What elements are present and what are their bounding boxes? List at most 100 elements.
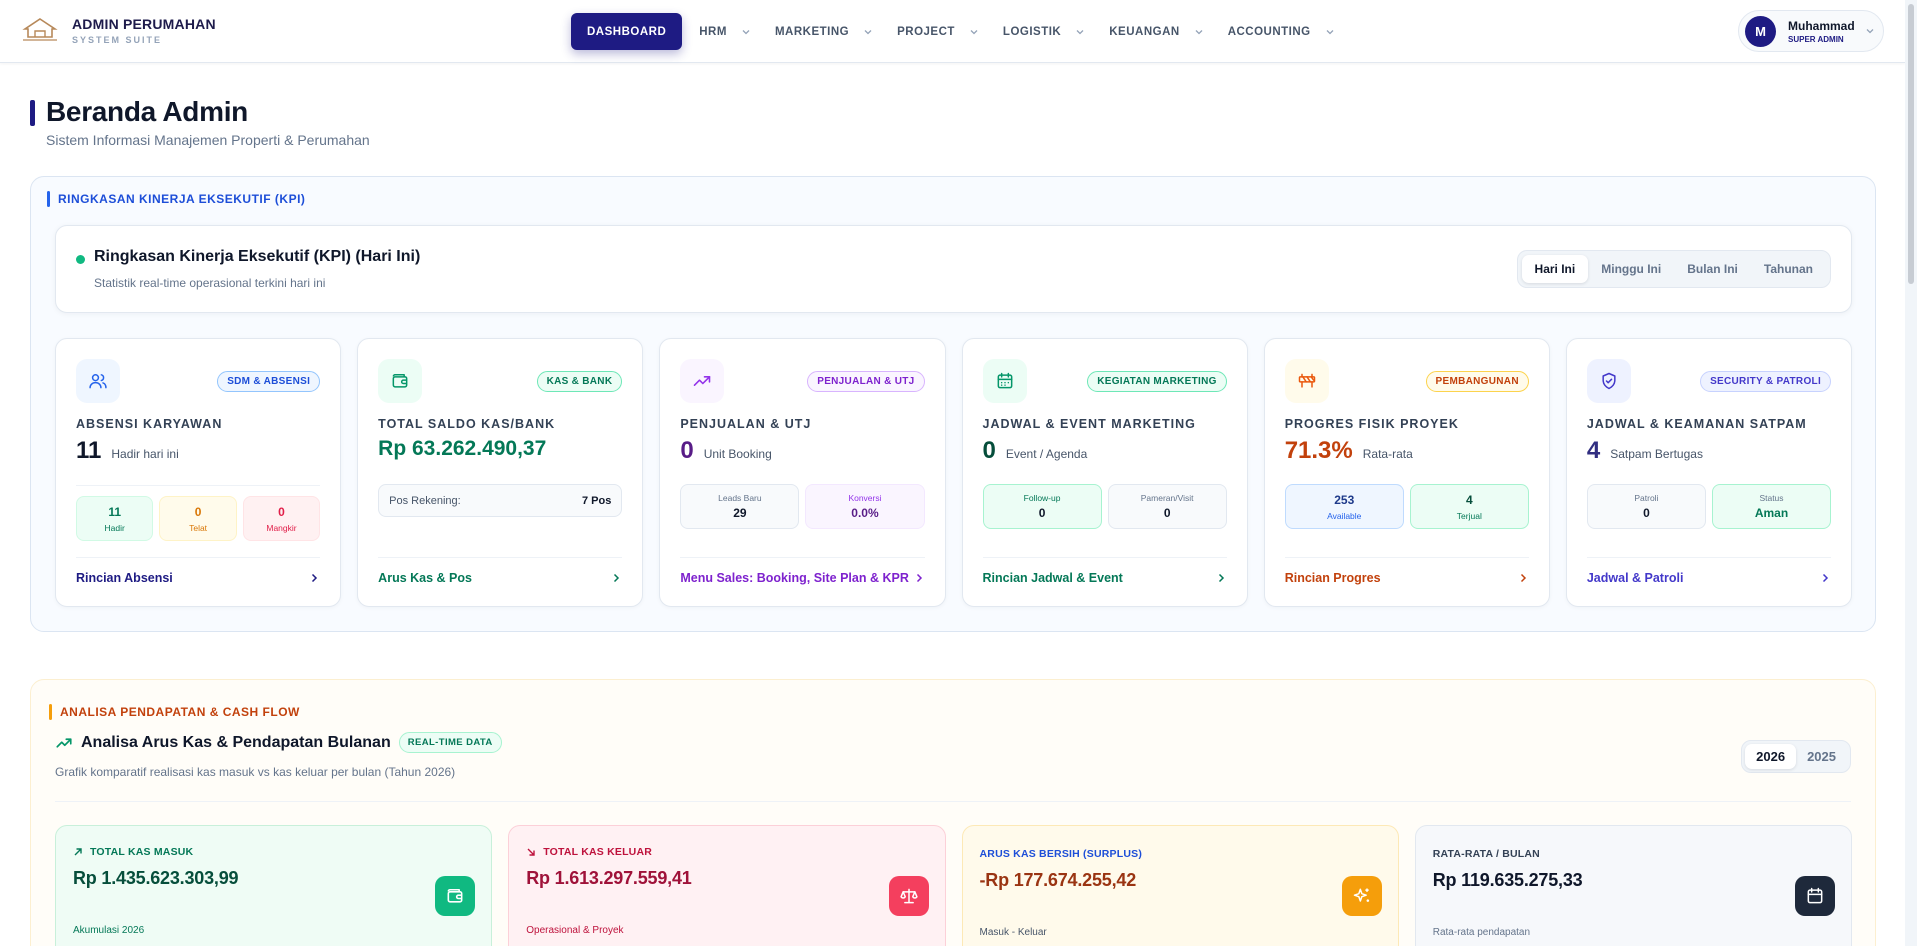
period-year-button[interactable]: Tahunan xyxy=(1751,255,1826,283)
trending-up-icon xyxy=(56,737,72,748)
period-selector: Hari Ini Minggu Ini Bulan Ini Tahunan xyxy=(1516,250,1831,288)
year-2025-button[interactable]: 2025 xyxy=(1796,744,1847,769)
kpi-card-penjualan: PENJUALAN & UTJ PENJUALAN & UTJ 0 Unit B… xyxy=(659,338,946,607)
kas-keluar-label: TOTAL KAS KELUAR xyxy=(543,846,653,858)
kpi-card-absensi: SDM & ABSENSI ABSENSI KARYAWAN 11 Hadir … xyxy=(55,338,342,607)
title-accent-bar xyxy=(30,100,35,126)
kpi-section: RINGKASAN KINERJA EKSEKUTIF (KPI) Ringka… xyxy=(30,176,1876,632)
rata-rata-label-row: RATA-RATA / BULAN xyxy=(1433,848,1540,860)
stat-patroli-value: 0 xyxy=(1643,506,1650,520)
company-logo-icon xyxy=(20,14,60,46)
badge-kegiatan-marketing: KEGIATAN MARKETING xyxy=(1087,371,1227,392)
badge-kas-bank: KAS & BANK xyxy=(536,371,623,392)
jadwal-patroli-link[interactable]: Jadwal & Patroli xyxy=(1587,571,1831,585)
user-name: Muhammad xyxy=(1788,18,1855,33)
kpi-card-progres: PEMBANGUNAN PROGRES FISIK PROYEK 71.3% R… xyxy=(1263,338,1550,607)
nav-dashboard[interactable]: DASHBOARD xyxy=(571,13,683,50)
divider xyxy=(378,557,623,558)
divider xyxy=(55,801,1851,802)
card-kas-keluar: TOTAL KAS KELUAR Rp 1.613.297.559,41 Ope… xyxy=(508,825,946,946)
chevron-right-icon xyxy=(1520,573,1526,583)
chevron-down-icon xyxy=(970,29,978,34)
user-menu[interactable]: M Muhammad SUPER ADMIN xyxy=(1738,10,1884,52)
stat-status: Status Aman xyxy=(1711,484,1832,529)
chevron-right-icon xyxy=(312,573,318,583)
link-label: Rincian Jadwal & Event xyxy=(982,571,1123,585)
menu-sales-link[interactable]: Menu Sales: Booking, Site Plan & KPR xyxy=(680,571,924,585)
arrow-up-right-icon xyxy=(74,848,82,856)
divider xyxy=(76,557,321,558)
event-unit: Event / Agenda xyxy=(1005,447,1088,461)
stat-konversi: Konversi 0.0% xyxy=(805,484,925,529)
stat-followup: Follow-up 0 xyxy=(982,484,1102,529)
live-status-dot xyxy=(76,255,85,264)
kas-keluar-note: Operasional & Proyek xyxy=(526,925,624,936)
nav-accounting[interactable]: ACCOUNTING xyxy=(1226,13,1337,50)
kas-keluar-label-row: TOTAL KAS KELUAR xyxy=(526,846,652,858)
kpi-header-subtitle: Statistik real-time operasional terkini … xyxy=(94,276,326,290)
progress-percent: 71.3% xyxy=(1284,437,1353,464)
stat-mangkir: 0 Mangkir xyxy=(242,496,321,541)
scrollbar-thumb[interactable] xyxy=(1908,4,1914,284)
nav-keuangan[interactable]: KEUANGAN xyxy=(1107,13,1205,50)
rincian-jadwal-link[interactable]: Rincian Jadwal & Event xyxy=(983,571,1227,585)
badge-penjualan: PENJUALAN & UTJ xyxy=(807,371,925,392)
nav-marketing[interactable]: MARKETING xyxy=(773,13,875,50)
booking-count: 0 xyxy=(680,437,694,464)
period-today-button[interactable]: Hari Ini xyxy=(1521,255,1589,283)
cashflow-section-label: ANALISA PENDAPATAN & CASH FLOW xyxy=(49,704,300,720)
divider xyxy=(1586,557,1832,558)
brand[interactable]: ADMIN PERUMAHAN SYSTEM SUITE xyxy=(20,14,216,46)
arus-kas-link[interactable]: Arus Kas & Pos xyxy=(378,571,622,585)
calendar-icon xyxy=(982,359,1027,403)
chevron-down-icon xyxy=(1195,29,1203,34)
chevron-right-icon xyxy=(916,573,922,583)
arus-bersih-label: ARUS KAS BERSIH (SURPLUS) xyxy=(979,848,1143,860)
chevron-right-icon xyxy=(1823,573,1829,583)
satpam-count: 4 xyxy=(1586,437,1601,464)
year-2026-button[interactable]: 2026 xyxy=(1745,744,1797,769)
period-week-button[interactable]: Minggu Ini xyxy=(1588,255,1674,283)
arus-bersih-value: -Rp 177.674.255,42 xyxy=(979,870,1137,890)
card-title: JADWAL & KEAMANAN SATPAM xyxy=(1586,417,1807,431)
top-navbar: ADMIN PERUMAHAN SYSTEM SUITE DASHBOARD H… xyxy=(0,0,1905,63)
divider xyxy=(680,557,925,558)
progress-unit: Rata-rata xyxy=(1362,447,1413,461)
stat-terjual-label: Terjual xyxy=(1456,510,1482,521)
cashflow-title: Analisa Arus Kas & Pendapatan Bulanan xyxy=(81,733,391,751)
users-icon xyxy=(76,359,120,403)
calendar-icon xyxy=(1795,876,1835,916)
event-count: 0 xyxy=(982,437,996,464)
stat-mangkir-label: Mangkir xyxy=(266,522,297,533)
period-month-button[interactable]: Bulan Ini xyxy=(1674,255,1751,283)
stat-hadir-value: 11 xyxy=(108,504,122,519)
trending-up-icon xyxy=(680,359,725,403)
brand-subtitle: SYSTEM SUITE xyxy=(72,34,163,45)
stat-konversi-label: Konversi xyxy=(848,493,882,503)
stat-hadir-label: Hadir xyxy=(104,522,125,533)
cashflow-cards: TOTAL KAS MASUK Rp 1.435.623.303,99 Akum… xyxy=(55,825,1852,946)
arus-bersih-label-row: ARUS KAS BERSIH (SURPLUS) xyxy=(980,848,1143,860)
rincian-absensi-link[interactable]: Rincian Absensi xyxy=(76,571,320,585)
kas-keluar-value: Rp 1.613.297.559,41 xyxy=(526,868,692,888)
page-scrollbar[interactable] xyxy=(1905,0,1917,946)
saldo-value: Rp 63.262.490,37 xyxy=(378,437,547,460)
card-title: PENJUALAN & UTJ xyxy=(680,417,812,431)
wallet-icon xyxy=(378,359,423,403)
page-header: Beranda Admin Sistem Informasi Manajemen… xyxy=(30,96,370,148)
nav-project[interactable]: PROJECT xyxy=(895,13,981,50)
link-label: Jadwal & Patroli xyxy=(1586,571,1684,585)
stat-konversi-value: 0.0% xyxy=(851,506,879,520)
rincian-progres-link[interactable]: Rincian Progres xyxy=(1285,571,1529,585)
user-role: SUPER ADMIN xyxy=(1788,34,1844,44)
nav-hrm[interactable]: HRM xyxy=(697,13,753,50)
stat-telat: 0 Telat xyxy=(159,496,237,541)
chevron-right-icon xyxy=(614,573,620,583)
stat-telat-value: 0 xyxy=(194,504,202,519)
nav-logistik[interactable]: LOGISTIK xyxy=(1001,13,1087,50)
stat-followup-label: Follow-up xyxy=(1023,493,1061,503)
page-subtitle: Sistem Informasi Manajemen Properti & Pe… xyxy=(46,132,370,148)
nav-hrm-label: HRM xyxy=(699,25,727,38)
chevron-down-icon xyxy=(742,29,750,34)
card-kas-masuk: TOTAL KAS MASUK Rp 1.435.623.303,99 Akum… xyxy=(55,825,493,946)
